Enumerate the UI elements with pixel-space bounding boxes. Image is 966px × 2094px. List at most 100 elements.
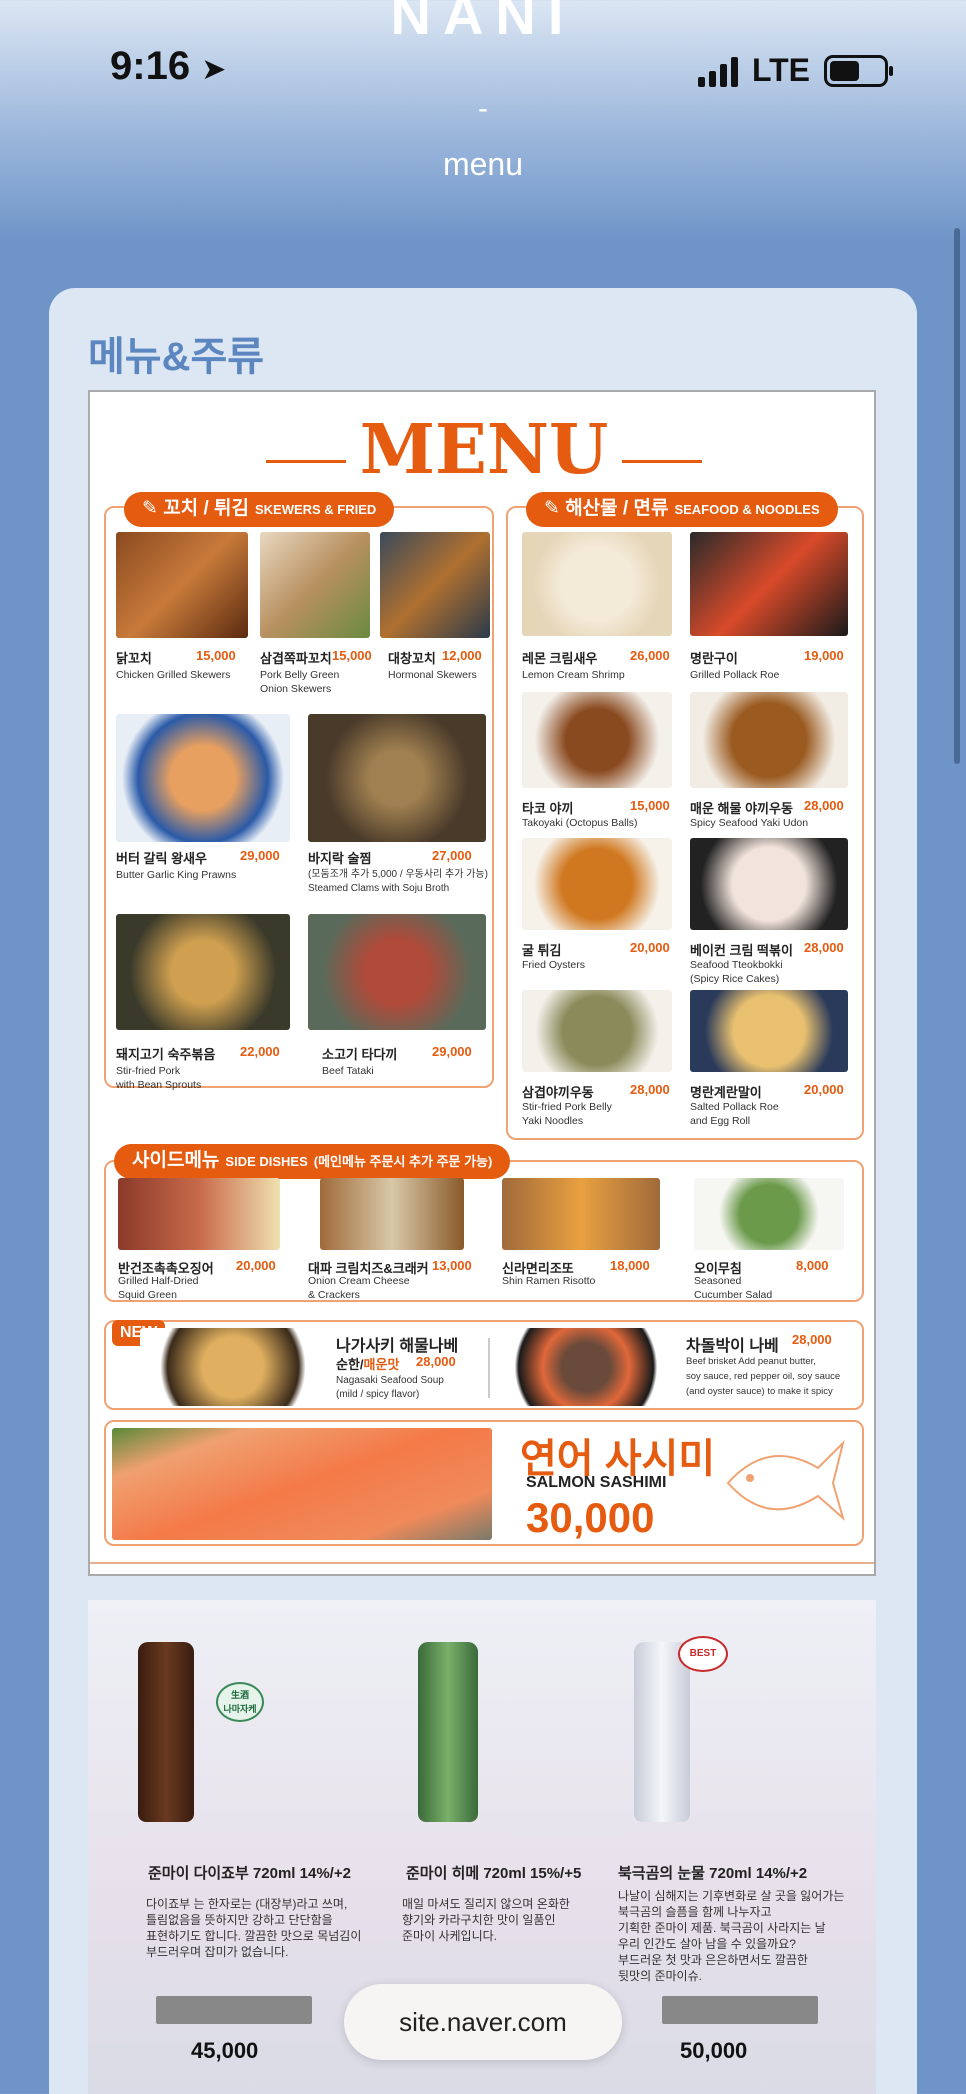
skewers-header: ✎ 꼬치 / 튀김 SKEWERS & FRIED bbox=[124, 492, 395, 527]
menu-item-price: 28,000 bbox=[804, 940, 844, 955]
menu-item-english: Pork Belly Green Onion Skewers bbox=[260, 669, 340, 695]
menu-item-price: 8,000 bbox=[796, 1258, 829, 1273]
sake-name: 준마이 다이죠부 720ml 14%/+2 bbox=[148, 1865, 351, 1882]
sake-price: 50,000 bbox=[680, 2038, 748, 2063]
menu-title: MENU bbox=[359, 410, 609, 490]
menu-item-english: (모둠조개 추가 5,000 / 우동사리 추가 가능) Steamed Cla… bbox=[308, 869, 488, 894]
app-brand: NANI bbox=[390, 0, 576, 46]
menu-item-name: 명란구이 bbox=[690, 651, 738, 666]
menu-item-price: 28,000 bbox=[804, 798, 844, 813]
menu-item-price: 15,000 bbox=[332, 648, 372, 663]
sake-bottle bbox=[138, 1642, 194, 1822]
menu-image[interactable]: MENU ✎ 꼬치 / 튀김 SKEWERS & FRIED 닭꼬치 15,000… bbox=[88, 390, 876, 1576]
url-bar[interactable]: site.naver.com bbox=[344, 1984, 622, 2060]
food-photo bbox=[690, 532, 848, 636]
menu-item-price: 20,000 bbox=[804, 1082, 844, 1097]
status-time: 9:16 ➤ bbox=[110, 44, 227, 88]
food-photo bbox=[140, 1328, 326, 1406]
special-name: 나가사키 해물나베 bbox=[336, 1338, 459, 1355]
skewer-icon: ✎ bbox=[142, 498, 164, 519]
menu-item-english: Lemon Cream Shrimp bbox=[522, 669, 625, 681]
menu-item-english: Spicy Seafood Yaki Udon bbox=[690, 817, 809, 829]
food-photo bbox=[690, 990, 848, 1072]
special-name: 차돌박이 나베 bbox=[686, 1338, 779, 1355]
sake-description: 매일 마셔도 질리지 않으며 온화한 향기와 카라구치한 맛이 일품인 준마이 … bbox=[402, 1897, 570, 1943]
menu-item-name: 버터 갈릭 왕새우 bbox=[116, 851, 207, 866]
menu-item-english: Grilled Pollack Roe bbox=[690, 669, 780, 681]
food-photo bbox=[116, 532, 248, 638]
salmon-photo bbox=[112, 1428, 492, 1540]
menu-item-english: Stir-fried Pork Belly Yaki Noodles bbox=[522, 1101, 612, 1127]
menu-item-price: 28,000 bbox=[630, 1082, 670, 1097]
food-photo bbox=[320, 1178, 464, 1250]
menu-item-english: Hormonal Skewers bbox=[388, 669, 477, 681]
menu-item-english: Shin Ramen Risotto bbox=[502, 1275, 596, 1287]
food-photo bbox=[260, 532, 370, 638]
food-photo bbox=[522, 532, 672, 636]
menu-item-price: 12,000 bbox=[442, 648, 482, 663]
scrollbar[interactable] bbox=[954, 228, 960, 764]
sake-price: 45,000 bbox=[191, 2038, 259, 2063]
menu-item-english: Stir-fried Pork with Bean Sprouts bbox=[116, 1065, 202, 1091]
seafood-header: ✎ 해산물 / 면류 SEAFOOD & NOODLES bbox=[526, 492, 838, 527]
food-photo bbox=[308, 714, 486, 842]
menu-item-name: 바지락 술찜 bbox=[308, 851, 372, 866]
food-photo bbox=[522, 838, 672, 930]
special-english: Beef brisket Add peanut butter, soy sauc… bbox=[686, 1356, 841, 1397]
menu-item-price: 19,000 bbox=[804, 648, 844, 663]
sake-bottle bbox=[418, 1642, 478, 1822]
salmon-price: 30,000 bbox=[526, 1494, 655, 1541]
food-photo bbox=[694, 1178, 844, 1250]
menu-item-price: 29,000 bbox=[432, 1044, 472, 1059]
menu-item-english: Onion Cream Cheese & Crackers bbox=[308, 1275, 410, 1301]
salmon-english: SALMON SASHIMI bbox=[526, 1474, 667, 1491]
menu-item-name: 굴 튀김 bbox=[522, 943, 562, 958]
location-arrow-icon: ➤ bbox=[201, 53, 227, 86]
section-title: 메뉴&주류 bbox=[88, 335, 265, 379]
menu-item-name: 베이컨 크림 떡볶이 bbox=[690, 943, 793, 958]
special-price: 28,000 bbox=[416, 1354, 456, 1369]
seafood-icon: ✎ bbox=[544, 498, 566, 519]
food-photo bbox=[522, 990, 672, 1072]
menu-item-price: 13,000 bbox=[432, 1258, 472, 1273]
menu-item-name: 삼겹쪽파꼬치 bbox=[260, 651, 332, 666]
menu-item-price: 27,000 bbox=[432, 848, 472, 863]
menu-item-price: 26,000 bbox=[630, 648, 670, 663]
battery-icon bbox=[824, 54, 893, 87]
page-title: menu bbox=[442, 146, 524, 182]
side-header: 사이드메뉴 SIDE DISHES (메인메뉴 주문시 추가 주문 가능) bbox=[114, 1144, 511, 1179]
food-photo bbox=[380, 532, 490, 638]
food-photo bbox=[690, 838, 848, 930]
nav-dash: - bbox=[478, 92, 488, 125]
menu-item-price: 15,000 bbox=[196, 648, 236, 663]
menu-item-english: Takoyaki (Octopus Balls) bbox=[522, 817, 638, 829]
menu-item-name: 대창꼬치 bbox=[388, 651, 436, 666]
menu-item-english: Fried Oysters bbox=[522, 959, 586, 971]
temperature-chart bbox=[156, 1996, 312, 2024]
food-photo bbox=[308, 914, 486, 1030]
food-photo bbox=[690, 692, 848, 788]
sake-description: 나날이 심해지는 기후변화로 살 곳을 잃어가는 북극곰의 슬픔을 함께 나누자… bbox=[618, 1889, 845, 1983]
menu-item-english: Grilled Half-Dried Squid Green bbox=[118, 1275, 199, 1301]
sake-description: 다이죠부 는 한자로는 (대장부)라고 쓰며, 틀림없음을 뜻하지만 강하고 단… bbox=[146, 1897, 362, 1959]
menu-item-name: 삼겹야끼우동 bbox=[522, 1085, 594, 1100]
special-flavor: 순한/매운맛 bbox=[336, 1357, 400, 1372]
menu-item-price: 15,000 bbox=[630, 798, 670, 813]
sake-badge: 生酒 나마자케 bbox=[216, 1682, 264, 1722]
network-label: LTE bbox=[751, 52, 810, 88]
menu-item-name: 매운 해물 야끼우동 bbox=[690, 801, 793, 816]
menu-item-name: 레몬 크림새우 bbox=[522, 651, 598, 666]
sake-name: 북극곰의 눈물 720ml 14%/+2 bbox=[618, 1865, 808, 1882]
food-photo bbox=[116, 914, 290, 1030]
divider bbox=[488, 1338, 490, 1398]
menu-item-price: 29,000 bbox=[240, 848, 280, 863]
fish-icon bbox=[726, 1439, 845, 1522]
sake-name: 준마이 히메 720ml 15%/+5 bbox=[406, 1865, 582, 1882]
menu-item-price: 18,000 bbox=[610, 1258, 650, 1273]
menu-item-name: 소고기 타다끼 bbox=[322, 1047, 398, 1062]
menu-item-english: Chicken Grilled Skewers bbox=[116, 669, 231, 681]
sake-bottle bbox=[634, 1642, 690, 1822]
sake-badge: BEST bbox=[678, 1636, 728, 1672]
special-price: 28,000 bbox=[792, 1332, 832, 1347]
status-indicators: LTE bbox=[697, 52, 893, 89]
